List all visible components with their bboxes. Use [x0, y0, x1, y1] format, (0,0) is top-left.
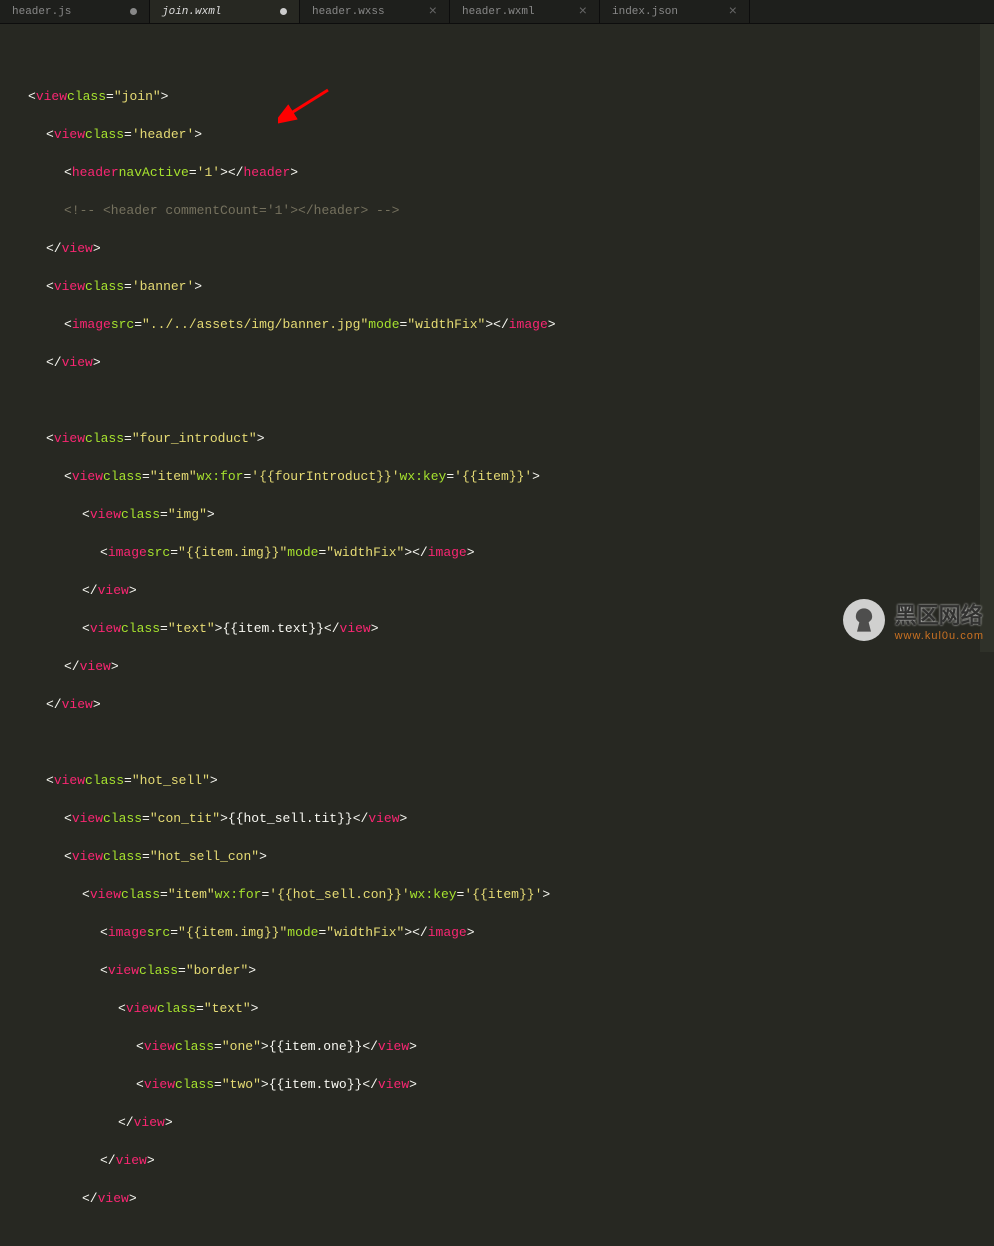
editor-gutter	[0, 24, 24, 652]
tab-label: header.js	[12, 6, 71, 18]
code-editor[interactable]: <view class="join"> <view class='header'…	[0, 24, 994, 652]
watermark-logo-icon	[843, 599, 885, 641]
tab-header-js[interactable]: header.js	[0, 0, 150, 23]
close-icon[interactable]: ×	[729, 4, 737, 20]
tab-label: index.json	[612, 6, 678, 18]
tab-join-wxml[interactable]: join.wxml	[150, 0, 300, 23]
close-icon[interactable]: ×	[579, 4, 587, 20]
tab-header-wxml[interactable]: header.wxml ×	[450, 0, 600, 23]
code-content[interactable]: <view class="join"> <view class='header'…	[24, 24, 556, 652]
tab-label: header.wxss	[312, 6, 385, 18]
tab-index-json[interactable]: index.json ×	[600, 0, 750, 23]
watermark-url: www.kul0u.com	[895, 630, 984, 642]
tab-header-wxss[interactable]: header.wxss ×	[300, 0, 450, 23]
watermark: 黑区网络 www.kul0u.com	[843, 598, 984, 642]
tab-label: join.wxml	[162, 6, 221, 18]
dirty-indicator-icon	[130, 8, 137, 15]
tab-label: header.wxml	[462, 6, 535, 18]
tab-bar: header.js join.wxml header.wxss × header…	[0, 0, 994, 24]
minimap-scrollbar[interactable]	[980, 24, 994, 652]
dirty-indicator-icon	[280, 8, 287, 15]
close-icon[interactable]: ×	[429, 4, 437, 20]
watermark-text: 黑区网络	[895, 598, 984, 630]
